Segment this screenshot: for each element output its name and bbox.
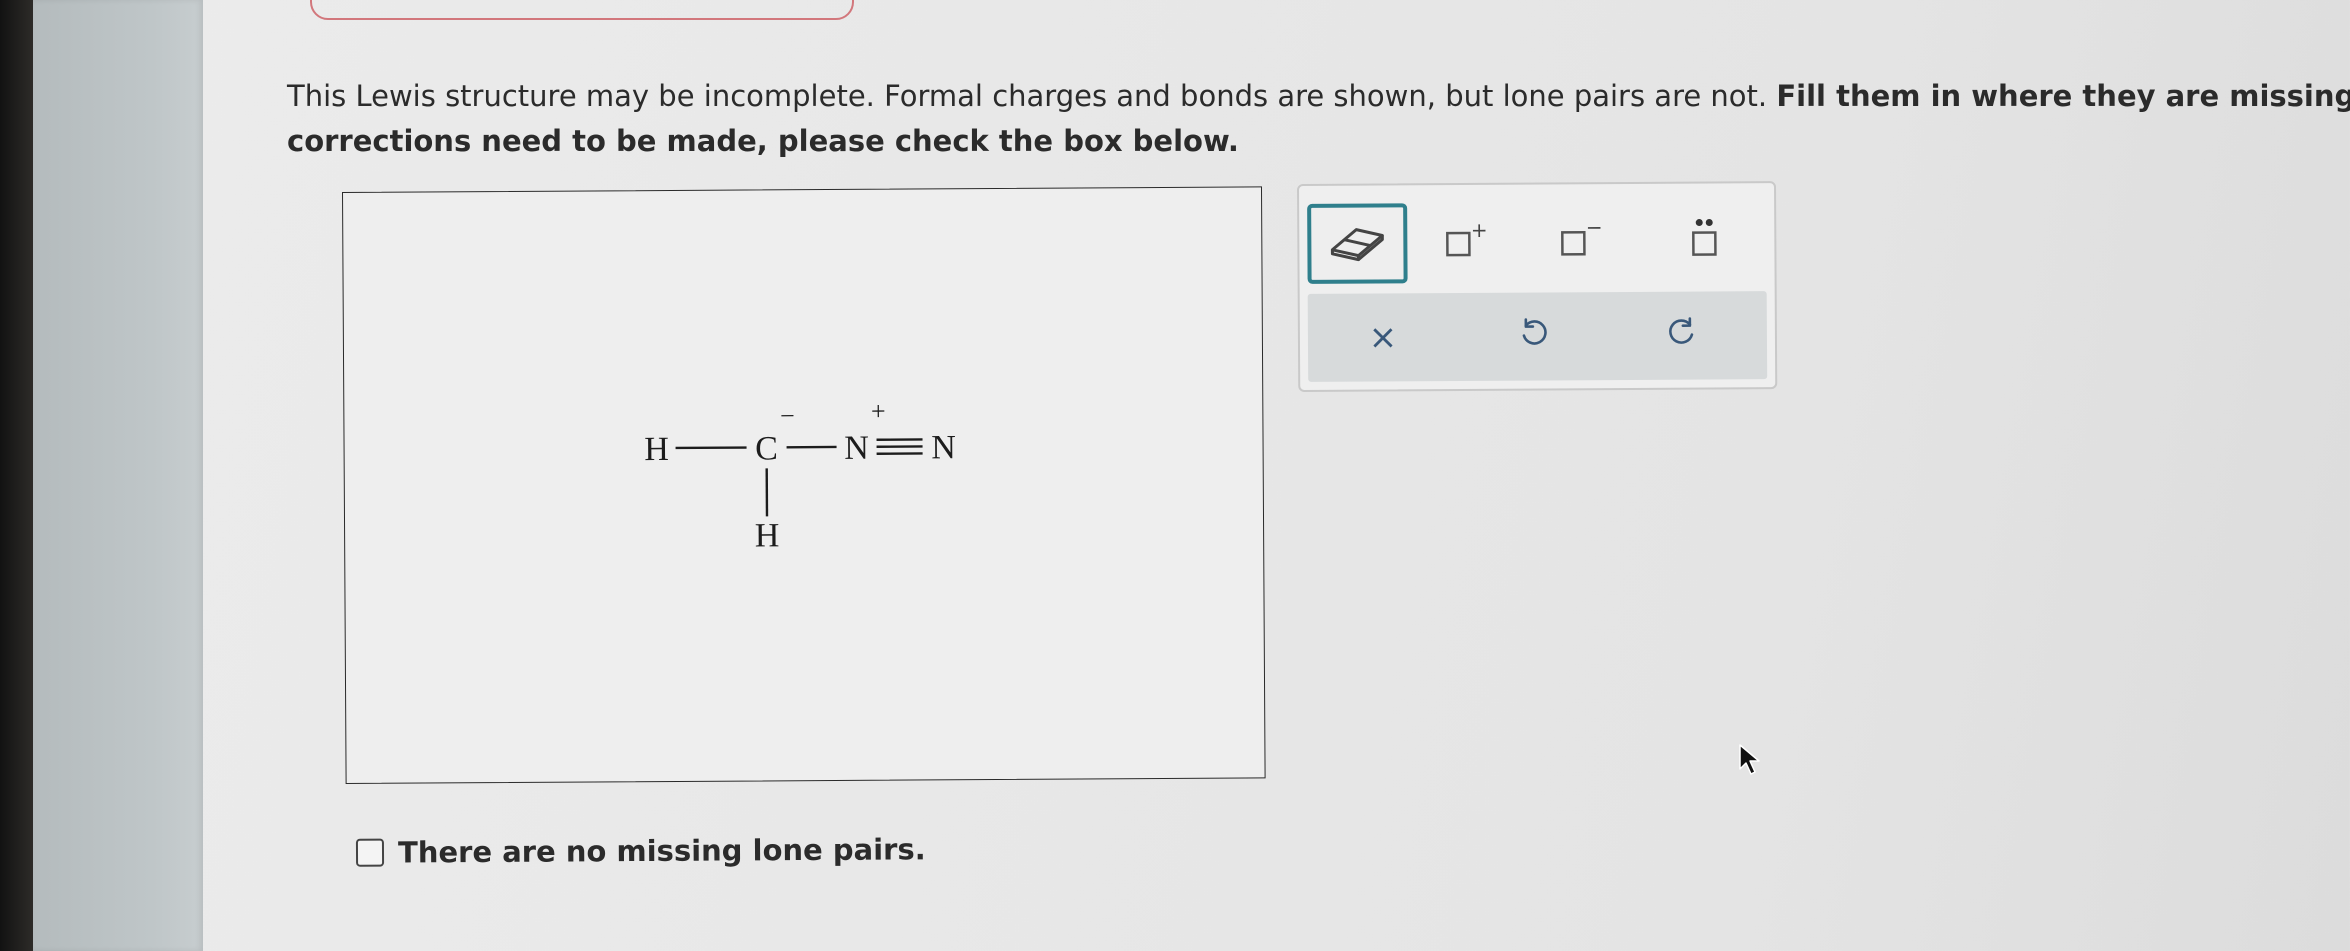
atom-h-left[interactable]: H — [644, 431, 669, 468]
undo-button[interactable] — [1498, 304, 1568, 368]
lone-pair-button[interactable] — [1669, 209, 1739, 273]
positive-glyph: + — [1471, 219, 1488, 242]
eraser-button[interactable] — [1307, 203, 1408, 284]
close-icon: × — [1368, 317, 1398, 358]
positive-charge-icon: + — [1443, 218, 1495, 267]
instructions-text: This Lewis structure may be incomplete. … — [287, 79, 1777, 113]
left-sidebar — [33, 0, 203, 951]
instructions-bold-text-2: corrections need to be made, please chec… — [287, 124, 1239, 158]
atom-n2[interactable]: N — [931, 429, 956, 466]
redo-icon — [1666, 314, 1700, 357]
negative-glyph: − — [1586, 218, 1603, 239]
negative-charge-icon: − — [1558, 215, 1610, 266]
charge-n1: + — [871, 397, 886, 426]
no-missing-lone-pairs-row[interactable]: There are no missing lone pairs. — [355, 832, 926, 870]
top-partial-box — [310, 0, 854, 20]
mouse-cursor-icon — [1738, 743, 1764, 781]
atom-c[interactable]: C — [755, 430, 778, 467]
left-dark-edge — [0, 0, 33, 951]
clear-button[interactable]: × — [1348, 305, 1418, 369]
undo-icon — [1516, 315, 1550, 358]
eraser-icon — [1326, 221, 1388, 265]
lewis-structure-canvas[interactable]: H C N N H − + — [342, 186, 1266, 784]
tool-panel: + − × — [1297, 181, 1778, 392]
instructions-line-2: corrections need to be made, please chec… — [287, 119, 2347, 164]
molecule-drawing: H C N N H − + — [644, 397, 956, 555]
atom-n1[interactable]: N — [844, 430, 869, 467]
no-missing-lone-pairs-checkbox[interactable] — [355, 838, 385, 867]
positive-charge-button[interactable]: + — [1434, 211, 1504, 275]
charge-c: − — [780, 401, 795, 430]
checkbox-label: There are no missing lone pairs. — [397, 832, 926, 870]
negative-charge-button[interactable]: − — [1549, 210, 1619, 274]
instructions-bold-text: Fill them in where they are missing. If … — [1776, 79, 2350, 113]
atom-h-bottom[interactable]: H — [755, 517, 780, 554]
instructions: This Lewis structure may be incomplete. … — [287, 74, 2350, 164]
instructions-line-1: This Lewis structure may be incomplete. … — [287, 74, 2350, 119]
redo-button[interactable] — [1648, 303, 1718, 367]
lone-pair-icon — [1682, 214, 1726, 268]
action-bar: × — [1307, 291, 1768, 382]
